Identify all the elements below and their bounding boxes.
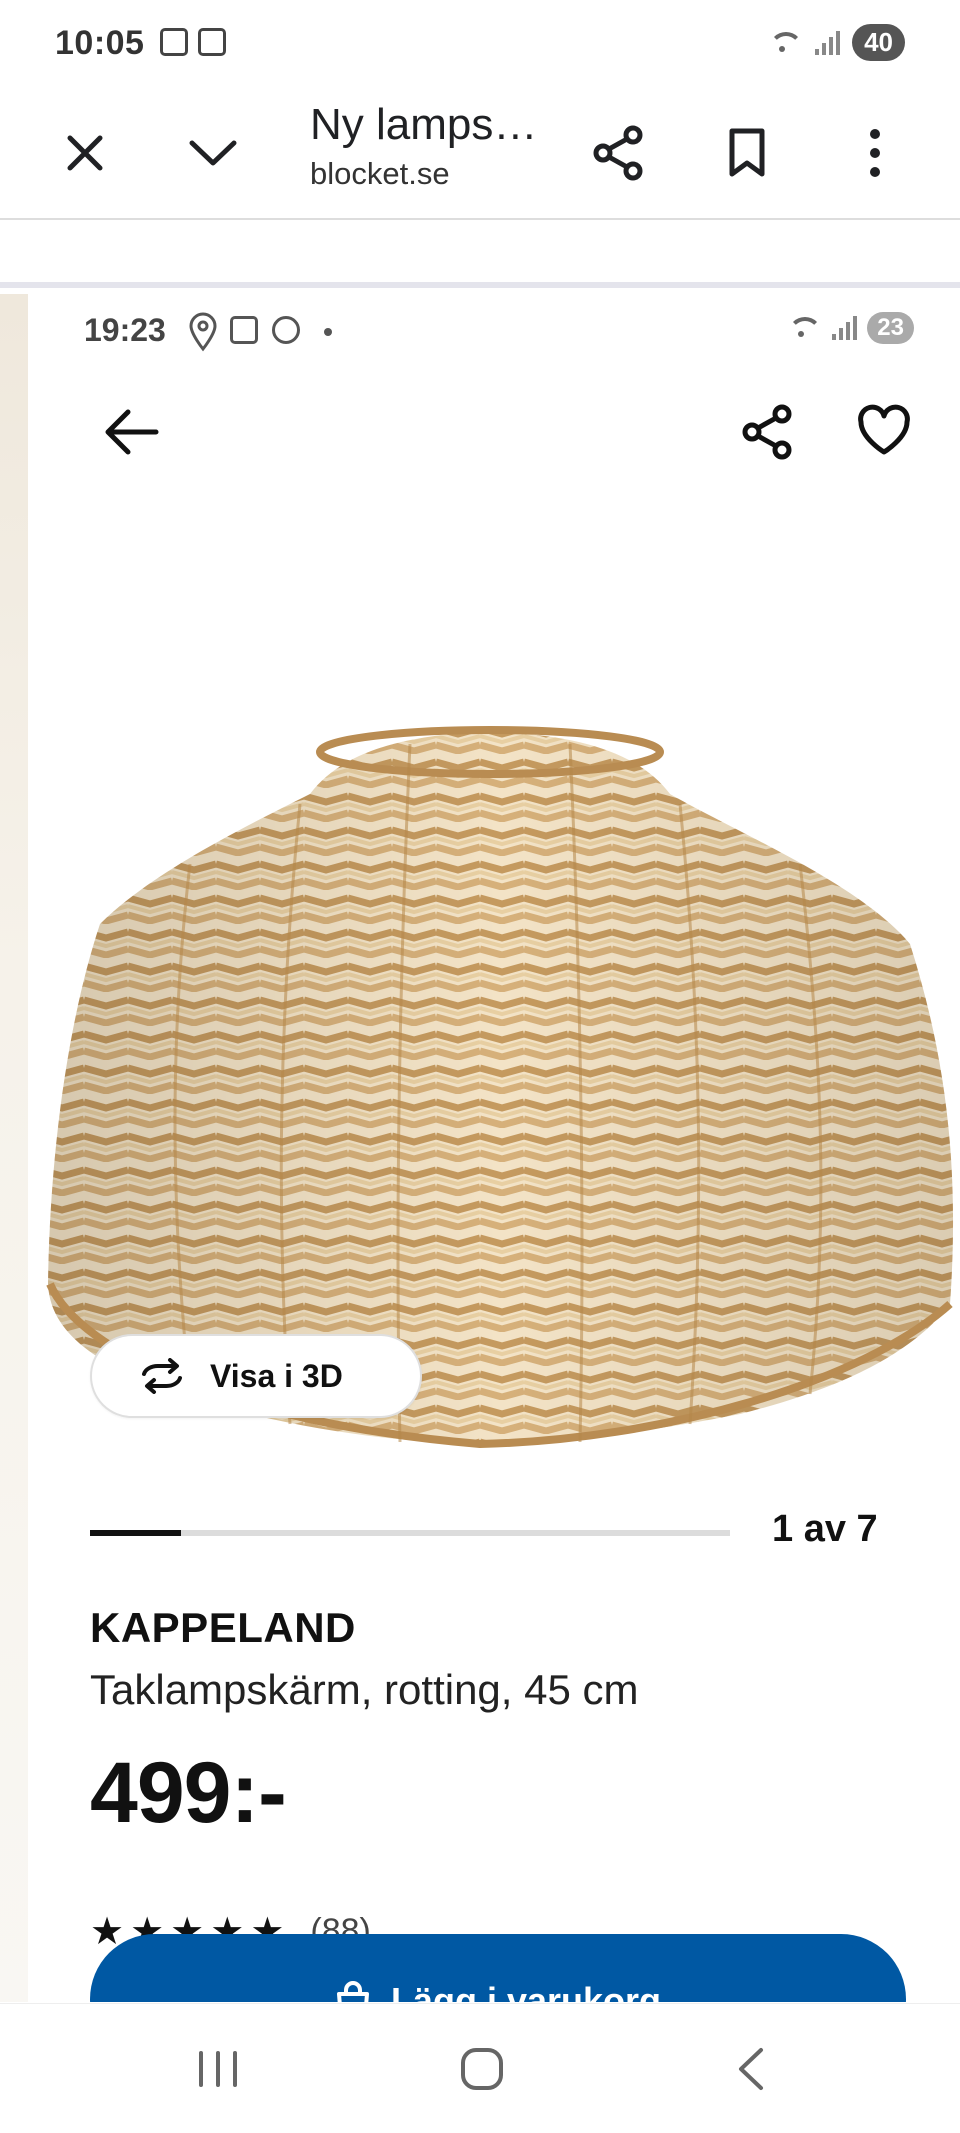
page-top-gap xyxy=(0,222,960,288)
tab-title-area[interactable]: Ny lamps… blocket.se xyxy=(310,100,570,192)
back-nav-button[interactable] xyxy=(720,2042,780,2096)
product-brand: KAPPELAND xyxy=(90,1604,356,1651)
image-carousel-progress-fill xyxy=(90,1530,182,1536)
battery-indicator: 40 xyxy=(852,24,905,61)
share-icon xyxy=(593,125,643,181)
favorite-button[interactable] xyxy=(856,404,912,460)
rotate-3d-icon xyxy=(142,1358,182,1394)
add-to-cart-button[interactable]: Lägg i varukorg xyxy=(90,1934,906,2002)
back-button[interactable] xyxy=(100,404,164,460)
home-icon xyxy=(461,2048,503,2090)
status-notification-icons xyxy=(160,28,226,56)
calendar-icon xyxy=(230,316,258,344)
recents-button[interactable] xyxy=(188,2042,248,2096)
app-notification-icon xyxy=(272,316,300,344)
bookmark-button[interactable] xyxy=(712,118,782,188)
status-time: 10:05 xyxy=(55,24,145,62)
close-button[interactable] xyxy=(50,118,120,188)
product-share-button[interactable] xyxy=(740,404,796,460)
battery-indicator: 23 xyxy=(867,312,914,344)
more-notifications-dot xyxy=(324,328,332,336)
embedded-product-screenshot: 19:23 23 Visa i 3D 1 av 7 KAPPELAND Takl… xyxy=(0,294,960,2002)
recents-icon xyxy=(199,2051,237,2087)
system-navigation-bar xyxy=(0,2003,960,2133)
custom-tab-toolbar: Ny lamps… blocket.se xyxy=(0,88,960,220)
back-icon xyxy=(739,2048,763,2090)
share-button[interactable] xyxy=(584,118,654,188)
share-icon xyxy=(742,404,792,460)
minimize-button[interactable] xyxy=(178,118,248,188)
left-edge-strip xyxy=(0,294,28,2002)
close-icon xyxy=(67,135,103,171)
heart-icon xyxy=(858,404,910,455)
location-icon xyxy=(189,312,217,352)
signal-icon xyxy=(815,30,841,55)
add-to-cart-label: Lägg i varukorg xyxy=(390,1980,662,2002)
more-options-button[interactable] xyxy=(840,118,910,188)
arrow-left-icon xyxy=(105,409,159,455)
product-price: 499:- xyxy=(90,1745,287,1841)
calendar-icon xyxy=(198,28,226,56)
wifi-icon xyxy=(786,313,823,343)
bookmark-icon xyxy=(729,128,765,177)
image-counter: 1 av 7 xyxy=(772,1508,878,1550)
signal-icon xyxy=(832,316,858,340)
page-title: Ny lamps… xyxy=(310,100,538,149)
more-vert-icon xyxy=(870,129,880,177)
page-domain: blocket.se xyxy=(310,156,450,191)
view-in-3d-button[interactable]: Visa i 3D xyxy=(90,1334,422,1418)
home-button[interactable] xyxy=(452,2042,512,2096)
inner-status-bar: 19:23 23 xyxy=(84,306,914,356)
shopping-bag-icon xyxy=(336,1981,369,2002)
screenshot-icon xyxy=(160,28,188,56)
product-description: Taklampskärm, rotting, 45 cm xyxy=(90,1666,639,1713)
wifi-icon xyxy=(767,28,804,58)
inner-status-time: 19:23 xyxy=(84,312,166,348)
view-in-3d-label: Visa i 3D xyxy=(210,1357,343,1394)
status-bar: 10:05 40 xyxy=(0,0,960,88)
chevron-down-icon xyxy=(189,140,237,166)
image-carousel-progress[interactable] xyxy=(90,1530,730,1536)
